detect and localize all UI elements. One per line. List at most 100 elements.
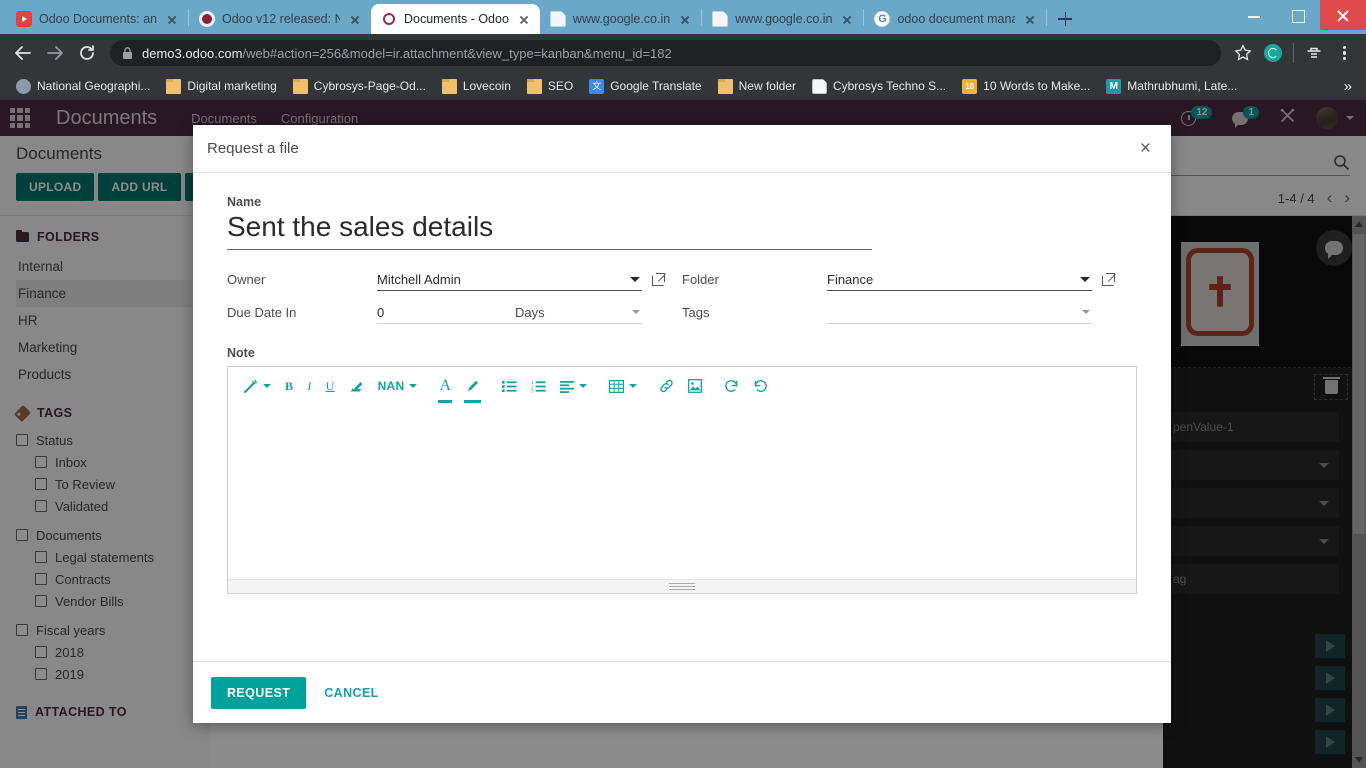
mathrubhumi-icon (1106, 78, 1122, 94)
chevron-down-icon (629, 384, 638, 389)
owner-select[interactable]: Mitchell Admin (377, 269, 642, 291)
new-tab-button[interactable] (1051, 5, 1079, 33)
tab-close-icon[interactable] (164, 11, 180, 27)
owner-value: Mitchell Admin (377, 271, 461, 287)
tab-title: Documents - Odoo (404, 12, 509, 26)
bookmark-item[interactable]: Cybrosys Techno S... (804, 75, 954, 97)
folder-value: Finance (827, 271, 874, 287)
bookmark-item[interactable]: Cybrosys-Page-Od... (285, 75, 434, 97)
address-bar[interactable]: demo3.odoo.com/web#action=256&model=ir.a… (110, 40, 1221, 66)
url-text: demo3.odoo.com/web#action=256&model=ir.a… (142, 46, 672, 61)
browser-tab-2-active[interactable]: Documents - Odoo (371, 4, 540, 34)
tab-title: Odoo v12 released: New (222, 12, 340, 26)
close-icon[interactable]: × (1134, 135, 1157, 162)
bold-icon[interactable]: B (278, 371, 300, 401)
owner-row: Owner Mitchell Admin (227, 266, 682, 293)
toolbar-divider (1293, 43, 1294, 63)
cancel-button[interactable]: CANCEL (316, 677, 386, 709)
folder-select[interactable]: Finance (827, 269, 1092, 291)
browser-tab-3[interactable]: www.google.co.in (540, 4, 701, 34)
maximize-icon[interactable] (1276, 0, 1320, 30)
grammarly-icon[interactable] (1264, 44, 1282, 62)
name-input[interactable]: Sent the sales details (227, 209, 872, 251)
redo-icon[interactable] (746, 371, 775, 401)
name-field-group: Name Sent the sales details (227, 195, 1137, 251)
folder-icon (526, 78, 542, 94)
bookmark-item[interactable]: New folder (710, 75, 804, 97)
page-icon (549, 11, 566, 27)
due-date-value: 0 (377, 304, 385, 320)
minimize-icon[interactable] (1232, 0, 1276, 30)
chevron-down-icon (1082, 310, 1090, 315)
tab-close-icon[interactable] (516, 11, 532, 27)
ordered-list-icon[interactable]: 123 (524, 371, 553, 401)
bookmark-item[interactable]: National Geographi... (8, 75, 158, 97)
forward-arrow-icon[interactable] (40, 38, 70, 68)
note-field-group: Note B I U NAN A 1 2 3 (227, 346, 1137, 595)
tab-close-icon[interactable] (677, 11, 693, 27)
browser-tab-4[interactable]: www.google.co.in (702, 4, 863, 34)
external-link-icon[interactable] (1102, 273, 1116, 287)
bookmark-item[interactable]: 10 Words to Make... (954, 75, 1098, 97)
style-wand-icon[interactable] (236, 371, 278, 401)
url-host: demo3.odoo.com (142, 45, 243, 61)
tab-close-icon[interactable] (839, 11, 855, 27)
form-column-left: Owner Mitchell Admin Due Date In 0 Days (227, 266, 682, 326)
folder-icon (166, 78, 182, 94)
tab-title: www.google.co.in (572, 12, 671, 26)
form-columns: Owner Mitchell Admin Due Date In 0 Days … (227, 266, 1137, 326)
editor-resize-handle[interactable] (228, 579, 1136, 594)
tab-title: www.google.co.in (735, 12, 833, 26)
odoo-application: Documents Documents Configuration 12 1 D… (0, 100, 1366, 768)
request-button[interactable]: REQUEST (211, 676, 307, 709)
kebab-menu-icon[interactable] (1332, 41, 1356, 65)
browser-tab-1[interactable]: Odoo v12 released: New (189, 4, 371, 34)
due-date-unit-select[interactable]: Days (507, 302, 642, 324)
font-color-icon[interactable]: A (432, 371, 458, 404)
back-arrow-icon[interactable] (8, 38, 38, 68)
lock-icon (123, 46, 132, 59)
note-textarea[interactable] (228, 405, 1136, 580)
chevron-down-icon (579, 384, 588, 389)
tab-close-icon[interactable] (347, 11, 363, 27)
link-icon[interactable] (652, 371, 681, 401)
external-link-icon[interactable] (652, 273, 666, 287)
bookmark-item[interactable]: Lovecoin (434, 75, 519, 97)
tags-label: Tags (682, 305, 710, 321)
bookmark-label: Mathrubhumi, Late... (1127, 79, 1238, 93)
browser-tab-5[interactable]: odoo document manag (864, 4, 1046, 34)
folder-label: Folder (682, 272, 719, 288)
reload-icon[interactable] (72, 38, 102, 68)
undo-icon[interactable] (717, 371, 746, 401)
tags-select[interactable] (827, 302, 1092, 324)
italic-icon[interactable]: I (300, 371, 318, 401)
browser-tab-0[interactable]: Odoo Documents: an in: (6, 4, 188, 34)
font-size-dropdown[interactable]: NAN (371, 371, 425, 401)
bookmarks-overflow-icon[interactable]: » (1338, 78, 1358, 95)
tab-close-icon[interactable] (1022, 11, 1038, 27)
align-icon[interactable] (553, 371, 594, 401)
due-date-input[interactable]: 0 (377, 302, 507, 324)
clear-format-icon[interactable] (342, 371, 371, 401)
unordered-list-icon[interactable] (495, 371, 524, 401)
close-icon[interactable] (1320, 0, 1366, 30)
bookmark-label: 10 Words to Make... (983, 79, 1091, 93)
chevron-down-icon (409, 384, 418, 389)
bookmark-item[interactable]: Google Translate (581, 75, 709, 97)
extension-icon[interactable] (1300, 39, 1328, 67)
tab-divider (1046, 8, 1048, 26)
youtube-icon (16, 11, 32, 27)
tab-title: Odoo Documents: an in: (39, 12, 157, 26)
table-icon[interactable] (602, 371, 644, 401)
folder-icon (717, 78, 733, 94)
image-icon[interactable] (681, 371, 709, 401)
bookmark-item[interactable]: SEO (519, 75, 581, 97)
highlight-color-icon[interactable] (458, 371, 487, 404)
underline-icon[interactable]: U (319, 371, 342, 401)
font-size-value: NAN (377, 379, 405, 394)
page-icon (712, 11, 729, 27)
star-icon[interactable] (1229, 39, 1257, 67)
bookmark-item[interactable]: Mathrubhumi, Late... (1098, 75, 1245, 97)
tags-row: Tags (682, 299, 1137, 326)
bookmark-item[interactable]: Digital marketing (158, 75, 284, 97)
